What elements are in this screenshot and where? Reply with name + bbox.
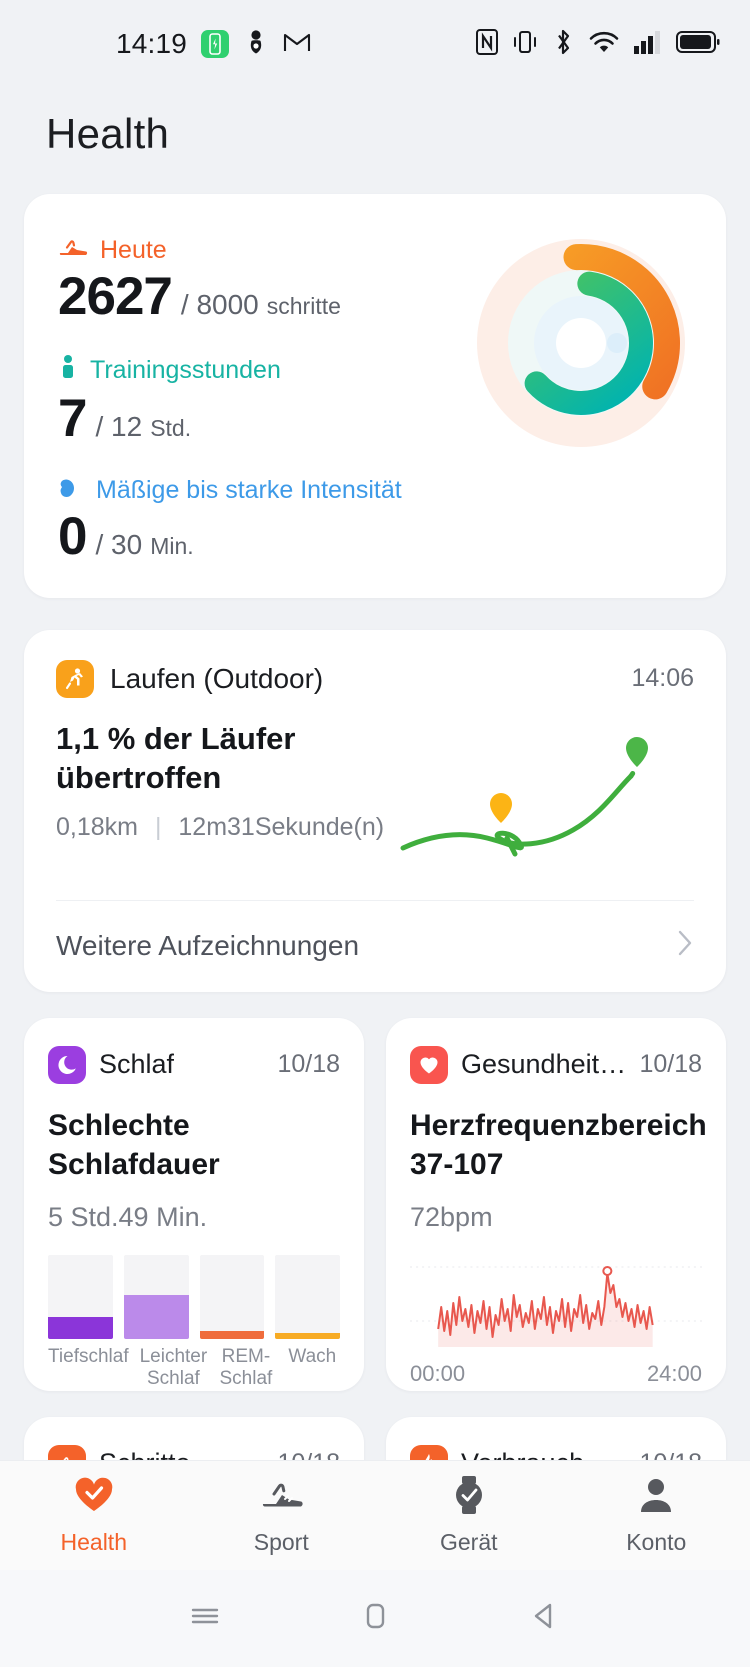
metric-training-value: 7 <box>58 388 88 448</box>
heart-headline: Herzfrequenzbereich 37-107 <box>410 1108 707 1181</box>
metric-intensity-unit: Min. <box>150 532 194 559</box>
status-time: 14:19 <box>116 28 188 59</box>
tab-sport-label: Sport <box>253 1529 309 1555</box>
sleep-title: Schlaf <box>99 1049 175 1080</box>
sleep-stage-chart <box>48 1254 340 1339</box>
metric-training-label: Trainingsstunden <box>90 355 281 384</box>
app-icon <box>243 28 269 61</box>
activity-rings <box>466 228 696 458</box>
metric-steps-value: 2627 <box>58 267 173 326</box>
workout-duration: 12m31Sekunde(n) <box>178 813 385 842</box>
metric-intensity-label: Mäßige bis starke Intensität <box>96 475 402 504</box>
workout-time: 14:06 <box>631 664 694 693</box>
metrics-grid: z Schlaf 10/18 Schlechte Schlafdauer 5 S… <box>24 1017 726 1391</box>
heart-title: Gesundheit… <box>461 1049 627 1080</box>
metric-steps-unit: schritte <box>266 293 341 319</box>
home-icon[interactable] <box>359 1599 391 1638</box>
bottom-tab-bar: Health Sport Gerät Konto <box>0 1460 750 1570</box>
chevron-right-icon <box>676 928 694 965</box>
sleep-bar-awake <box>275 1254 340 1339</box>
heart-rate-peak-marker <box>602 1265 613 1276</box>
metric-steps-label: Heute <box>100 236 167 264</box>
tab-sport[interactable]: Sport <box>188 1475 376 1556</box>
end-pin <box>623 733 651 772</box>
sleep-headline: Schlechte Schlafdauer <box>48 1108 220 1181</box>
metric-intensity-goal: / 30 <box>95 528 143 560</box>
status-bar: 14:19 <box>0 0 750 88</box>
workout-separator: | <box>154 813 162 842</box>
heart-rate-axis: 00:00 24:00 <box>410 1361 702 1387</box>
menu-icon[interactable] <box>188 1601 222 1636</box>
sleep-label-awake: Wach <box>288 1345 337 1367</box>
person-icon <box>636 1475 676 1520</box>
sleep-label-deep: Tiefschlaf <box>48 1345 129 1367</box>
phone-screen: 14:19 Health Heute 2627 / 8000 schritte … <box>0 0 750 1667</box>
workout-headline: 1,1 % der Läufer übertroffen <box>56 720 296 795</box>
metric-intensity: Mäßige bis starke Intensität 0 / 30 Min. <box>58 476 692 568</box>
more-records-row[interactable]: Weitere Aufzeichnungen <box>56 899 694 992</box>
sleep-label-rem: REM-Schlaf <box>219 1345 273 1390</box>
wifi-icon <box>588 28 620 61</box>
sleep-stage-labels: Tiefschlaf Leichter Schlaf REM-Schlaf Wa… <box>48 1346 340 1391</box>
heart-date: 10/18 <box>639 1050 702 1079</box>
sleep-duration: 5 Std.49 Min. <box>48 1201 208 1232</box>
sleep-label-light: Leichter Schlaf <box>139 1345 208 1390</box>
tab-account[interactable]: Konto <box>563 1475 750 1556</box>
more-records-label: Weitere Aufzeichnungen <box>56 930 360 962</box>
workout-distance: 0,18km <box>56 813 138 842</box>
sleep-bar-rem <box>199 1254 265 1339</box>
heart-rate-card[interactable]: Gesundheit… 10/18 Herzfrequenzbereich 37… <box>386 1017 726 1391</box>
back-icon[interactable] <box>528 1599 562 1638</box>
start-pin <box>487 789 515 828</box>
workout-card[interactable]: Laufen (Outdoor) 14:06 1,1 % der Läufer … <box>24 629 726 992</box>
hr-axis-start: 00:00 <box>410 1360 466 1386</box>
bluetooth-icon <box>551 28 575 61</box>
signal-icon <box>633 29 663 60</box>
heart-check-icon <box>73 1475 115 1520</box>
battery-charging-icon <box>201 30 230 58</box>
metric-training-unit: Std. <box>150 414 192 441</box>
metric-intensity-value: 0 <box>58 506 88 566</box>
workout-title: Laufen (Outdoor) <box>110 662 324 694</box>
route-line <box>400 773 634 851</box>
shoe-icon <box>259 1475 303 1520</box>
heart-value: 72bpm <box>410 1201 493 1232</box>
page-title: Health <box>46 110 170 157</box>
vibrate-icon <box>512 28 538 61</box>
battery-icon <box>676 30 720 59</box>
shoe-icon <box>58 236 88 265</box>
activity-summary-card[interactable]: Heute 2627 / 8000 schritte Trainingsstun… <box>24 194 726 598</box>
route-map[interactable] <box>386 726 694 876</box>
muscle-icon <box>58 476 84 505</box>
metric-training-goal: / 12 <box>95 410 143 442</box>
gmail-icon <box>283 30 311 59</box>
tab-device[interactable]: Gerät <box>375 1475 563 1556</box>
sleep-date: 10/18 <box>277 1050 340 1079</box>
heart-icon <box>410 1045 448 1084</box>
tab-health[interactable]: Health <box>0 1475 188 1556</box>
android-nav-bar <box>0 1570 750 1667</box>
metric-steps-goal: / 8000 <box>180 289 259 320</box>
tab-account-label: Konto <box>626 1529 687 1555</box>
tab-health-label: Health <box>60 1529 127 1555</box>
watch-icon <box>449 1475 489 1520</box>
sleep-bar-light <box>123 1254 189 1339</box>
running-icon <box>56 659 94 698</box>
sleep-card[interactable]: z Schlaf 10/18 Schlechte Schlafdauer 5 S… <box>24 1017 364 1391</box>
tab-device-label: Gerät <box>439 1529 498 1555</box>
nfc-icon <box>475 28 499 61</box>
sleep-bar-deep <box>48 1254 113 1339</box>
scroll-content: Heute 2627 / 8000 schritte Trainingsstun… <box>0 158 750 1537</box>
hr-axis-end: 24:00 <box>646 1360 702 1386</box>
person-icon <box>58 354 78 387</box>
moon-icon: z <box>48 1045 86 1084</box>
svg-text:z: z <box>69 1055 73 1064</box>
heart-rate-chart <box>410 1259 702 1355</box>
